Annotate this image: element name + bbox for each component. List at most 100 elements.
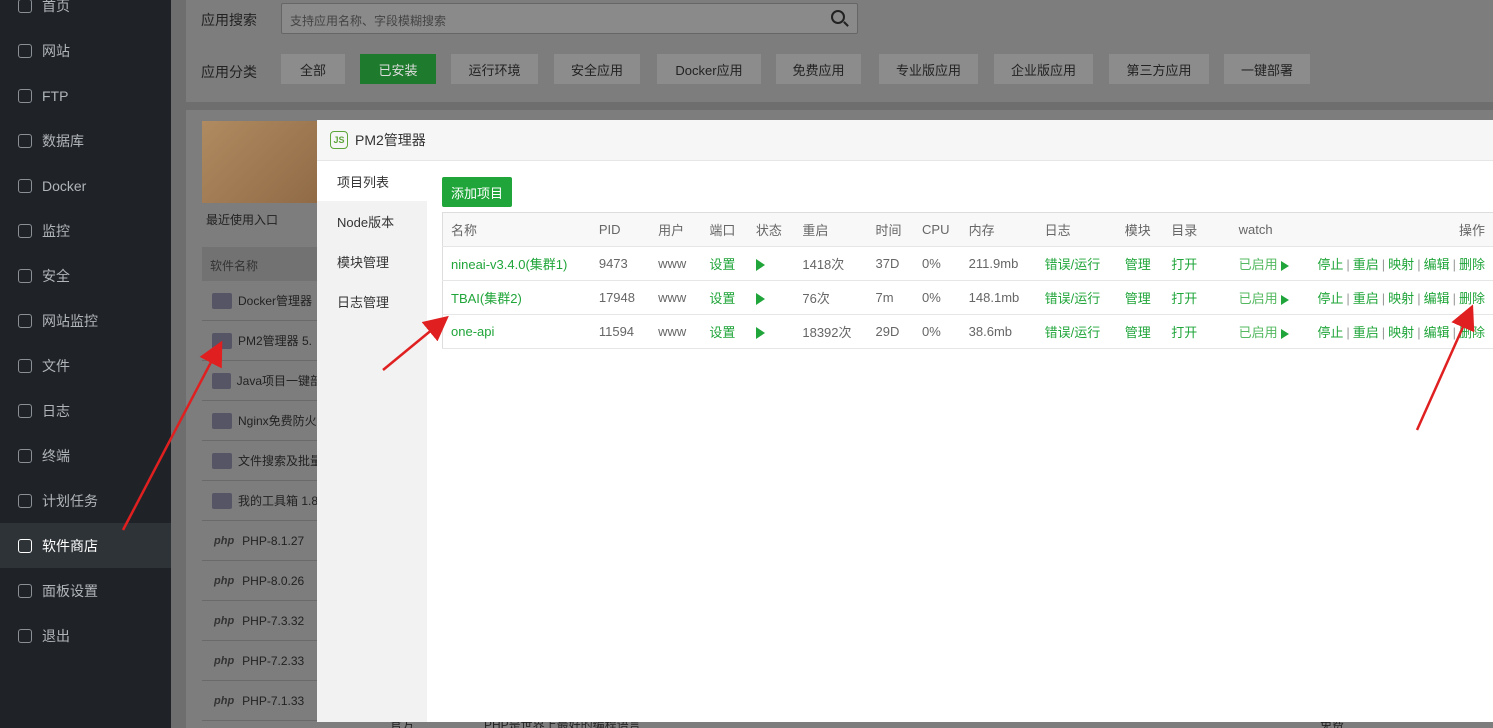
sidebar-item-10[interactable]: 终端 <box>0 433 171 478</box>
software-row[interactable]: php PHP-8.1.27 <box>202 521 322 561</box>
sidebar-item-2[interactable]: FTP <box>0 73 171 118</box>
uptime-cell: 29D <box>875 324 900 339</box>
search-icon[interactable] <box>831 10 845 24</box>
watch-play-icon[interactable] <box>1280 328 1289 339</box>
add-project-button[interactable]: 添加项目 <box>442 177 512 207</box>
log-link[interactable]: 错误/运行 <box>1045 325 1101 340</box>
category-button[interactable]: 企业版应用 <box>994 54 1093 84</box>
module-link[interactable]: 管理 <box>1125 257 1151 272</box>
op-stop-link[interactable]: 停止 <box>1317 291 1343 306</box>
category-button[interactable]: 免费应用 <box>776 54 861 84</box>
column-header: 内存 <box>960 212 1037 247</box>
sidebar-item-14[interactable]: 退出 <box>0 613 171 658</box>
sidebar-item-4[interactable]: Docker <box>0 163 171 208</box>
watch-toggle[interactable]: 已启用 <box>1239 325 1278 340</box>
sidebar-item-8[interactable]: 文件 <box>0 343 171 388</box>
category-button[interactable]: 已安装 <box>360 54 436 84</box>
directory-link[interactable]: 打开 <box>1171 325 1197 340</box>
category-button[interactable]: 专业版应用 <box>879 54 978 84</box>
directory-link[interactable]: 打开 <box>1171 291 1197 306</box>
ftp-icon <box>18 88 32 103</box>
sidebar-item-label: 数据库 <box>42 132 84 149</box>
category-button[interactable]: 安全应用 <box>554 54 640 84</box>
status-running-icon[interactable] <box>755 258 765 271</box>
sidebar-item-0[interactable]: 首页 <box>0 0 171 28</box>
modal-nav-item[interactable]: 项目列表 <box>317 161 427 201</box>
modal-nav-item[interactable]: Node版本 <box>317 201 427 241</box>
sidebar: 首页 网站 FTP 数据库 Docker 监控安全网站监控 文件 日志 终端 计划任务 软件商店 面板… <box>0 0 171 728</box>
log-link[interactable]: 错误/运行 <box>1045 257 1101 272</box>
software-row[interactable]: Nginx免费防火 <box>202 401 322 441</box>
php-icon: php <box>214 654 235 667</box>
op-stop-link[interactable]: 停止 <box>1317 325 1343 340</box>
op-stop-link[interactable]: 停止 <box>1317 257 1343 272</box>
op-edit-link[interactable]: 编辑 <box>1424 257 1450 272</box>
sidebar-item-13[interactable]: 面板设置 <box>0 568 171 613</box>
category-button[interactable]: 全部 <box>281 54 345 84</box>
software-row[interactable]: Docker管理器 <box>202 281 322 321</box>
watch-toggle[interactable]: 已启用 <box>1239 257 1278 272</box>
sidebar-item-7[interactable]: 网站监控 <box>0 298 171 343</box>
op-restart-link[interactable]: 重启 <box>1353 291 1379 306</box>
port-settings-link[interactable]: 设置 <box>709 291 735 306</box>
port-settings-link[interactable]: 设置 <box>709 257 735 272</box>
log-icon <box>18 403 32 418</box>
software-icon <box>212 452 232 469</box>
sidebar-item-label: 安全 <box>42 267 70 284</box>
sidebar-item-12[interactable]: 软件商店 <box>0 523 171 568</box>
project-name-link[interactable]: one-api <box>451 324 494 339</box>
category-button[interactable]: Docker应用 <box>657 54 761 84</box>
op-map-link[interactable]: 映射 <box>1388 257 1414 272</box>
op-delete-link[interactable]: 删除 <box>1459 257 1485 272</box>
modal-nav-item[interactable]: 日志管理 <box>317 281 427 321</box>
software-icon <box>212 492 232 509</box>
status-running-icon[interactable] <box>755 292 765 305</box>
sidebar-item-1[interactable]: 网站 <box>0 28 171 73</box>
sidebar-item-9[interactable]: 日志 <box>0 388 171 433</box>
software-row[interactable]: Java项目一键部 <box>202 361 322 401</box>
directory-link[interactable]: 打开 <box>1171 257 1197 272</box>
sidebar-item-5[interactable]: 监控 <box>0 208 171 253</box>
software-row[interactable]: php PHP-7.2.33 <box>202 641 322 681</box>
op-restart-link[interactable]: 重启 <box>1353 325 1379 340</box>
sidebar-item-6[interactable]: 安全 <box>0 253 171 298</box>
modal-nav-item[interactable]: 模块管理 <box>317 241 427 281</box>
status-running-icon[interactable] <box>755 326 765 339</box>
sidebar-item-3[interactable]: 数据库 <box>0 118 171 163</box>
module-link[interactable]: 管理 <box>1125 291 1151 306</box>
op-delete-link[interactable]: 删除 <box>1459 291 1485 306</box>
software-row[interactable]: PM2管理器 5. <box>202 321 322 361</box>
project-name-link[interactable]: TBAI(集群2) <box>451 291 522 306</box>
software-row[interactable]: phpPHP-7.0.33 <box>202 721 322 728</box>
watch-toggle[interactable]: 已启用 <box>1239 291 1278 306</box>
op-restart-link[interactable]: 重启 <box>1353 257 1379 272</box>
software-row[interactable]: 我的工具箱 1.8 <box>202 481 322 521</box>
software-row[interactable]: php PHP-7.1.33 <box>202 681 322 721</box>
php-icon: php <box>214 614 235 627</box>
category-button[interactable]: 第三方应用 <box>1109 54 1209 84</box>
port-settings-link[interactable]: 设置 <box>709 325 735 340</box>
column-header: 重启 <box>794 212 868 247</box>
software-row[interactable]: php PHP-8.0.26 <box>202 561 322 601</box>
log-link[interactable]: 错误/运行 <box>1045 291 1101 306</box>
project-name-link[interactable]: nineai-v3.4.0(集群1) <box>451 257 567 272</box>
module-link[interactable]: 管理 <box>1125 325 1151 340</box>
software-icon <box>212 292 232 309</box>
sidebar-item-11[interactable]: 计划任务 <box>0 478 171 523</box>
op-edit-link[interactable]: 编辑 <box>1424 291 1450 306</box>
banner-image <box>202 121 322 203</box>
op-delete-link[interactable]: 删除 <box>1459 325 1485 340</box>
category-button[interactable]: 运行环境 <box>451 54 538 84</box>
separator: | <box>1381 291 1386 306</box>
op-edit-link[interactable]: 编辑 <box>1424 325 1450 340</box>
software-row[interactable]: php PHP-7.3.32 <box>202 601 322 641</box>
search-input[interactable]: 支持应用名称、字段模糊搜索 <box>281 3 858 34</box>
shield-icon <box>18 268 32 283</box>
watch-play-icon[interactable] <box>1280 294 1289 305</box>
category-button[interactable]: 一键部署 <box>1224 54 1310 84</box>
software-icon <box>212 372 231 389</box>
op-map-link[interactable]: 映射 <box>1388 291 1414 306</box>
op-map-link[interactable]: 映射 <box>1388 325 1414 340</box>
software-row[interactable]: 文件搜索及批量 <box>202 441 322 481</box>
watch-play-icon[interactable] <box>1280 260 1289 271</box>
